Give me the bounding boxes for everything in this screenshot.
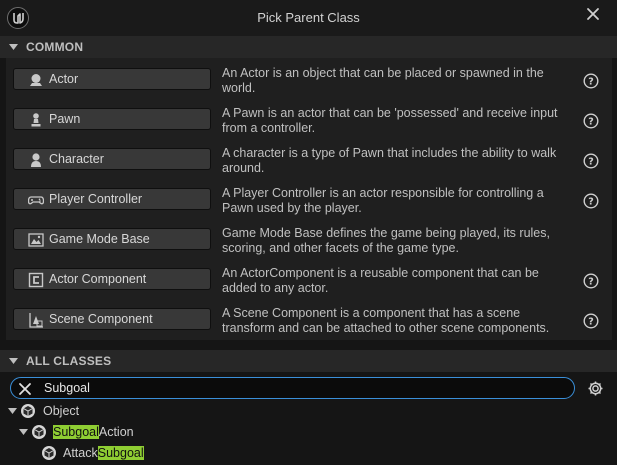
game-mode-icon bbox=[28, 233, 44, 247]
chevron-down-icon[interactable] bbox=[8, 407, 17, 415]
player-controller-button[interactable]: Player Controller bbox=[13, 188, 211, 210]
class-row-character: Character A character is a type of Pawn … bbox=[0, 144, 617, 184]
pawn-description: A Pawn is an actor that can be 'possesse… bbox=[222, 106, 558, 135]
player-controller-description: A Player Controller is an actor responsi… bbox=[222, 186, 544, 215]
class-row-scene-component: Scene Component A Scene Component is a c… bbox=[0, 304, 617, 344]
tree-item-label: SubgoalAction bbox=[53, 425, 134, 439]
help-icon[interactable]: ? bbox=[583, 193, 599, 209]
dialog-title: Pick Parent Class bbox=[257, 10, 360, 25]
help-icon[interactable]: ? bbox=[583, 313, 599, 329]
game-mode-base-description: Game Mode Base defines the game being pl… bbox=[222, 226, 550, 255]
character-label: Character bbox=[49, 152, 104, 166]
svg-text:?: ? bbox=[588, 197, 594, 208]
character-icon bbox=[31, 153, 41, 167]
section-title: ALL CLASSES bbox=[26, 354, 112, 368]
scene-component-description: A Scene Component is a component that ha… bbox=[222, 306, 550, 335]
search-input[interactable] bbox=[44, 380, 544, 396]
tree-item-label: AttackSubgoal bbox=[63, 446, 144, 460]
clear-search-icon[interactable] bbox=[17, 381, 33, 397]
pawn-icon bbox=[31, 113, 41, 127]
help-icon[interactable]: ? bbox=[583, 273, 599, 289]
class-object-icon bbox=[42, 446, 56, 460]
actor-component-icon bbox=[28, 272, 44, 288]
svg-text:?: ? bbox=[588, 317, 594, 328]
scene-component-icon bbox=[29, 313, 43, 328]
help-icon[interactable]: ? bbox=[583, 153, 599, 169]
common-section-header[interactable]: COMMON bbox=[0, 36, 617, 58]
actor-button[interactable]: Actor bbox=[13, 68, 211, 90]
chevron-down-icon bbox=[9, 358, 18, 364]
class-search-box bbox=[10, 377, 575, 399]
class-row-game-mode-base: Game Mode Base Game Mode Base defines th… bbox=[0, 224, 617, 264]
title-bar: Pick Parent Class bbox=[0, 0, 617, 36]
scene-component-label: Scene Component bbox=[49, 312, 153, 326]
chevron-down-icon[interactable] bbox=[19, 428, 28, 436]
actor-component-description: An ActorComponent is a reusable componen… bbox=[222, 266, 539, 295]
close-icon[interactable] bbox=[584, 5, 602, 23]
scene-component-button[interactable]: Scene Component bbox=[13, 308, 211, 330]
pawn-label: Pawn bbox=[49, 112, 81, 126]
pawn-button[interactable]: Pawn bbox=[13, 108, 211, 130]
actor-label: Actor bbox=[49, 72, 79, 86]
class-row-actor: Actor An Actor is an object that can be … bbox=[0, 64, 617, 104]
class-row-player-controller: Player Controller A Player Controller is… bbox=[0, 184, 617, 224]
all-classes-section-header[interactable]: ALL CLASSES bbox=[0, 350, 617, 372]
svg-text:?: ? bbox=[588, 277, 594, 288]
character-button[interactable]: Character bbox=[13, 148, 211, 170]
player-controller-label: Player Controller bbox=[49, 192, 143, 206]
section-title: COMMON bbox=[26, 40, 84, 54]
class-object-icon bbox=[21, 404, 35, 418]
tree-item-attack-subgoal[interactable]: AttackSubgoal bbox=[0, 443, 617, 463]
class-row-actor-component: Actor Component An ActorComponent is a r… bbox=[0, 264, 617, 304]
actor-component-button[interactable]: Actor Component bbox=[13, 268, 211, 290]
actor-description: An Actor is an object that can be placed… bbox=[222, 66, 544, 95]
svg-text:?: ? bbox=[588, 117, 594, 128]
tree-item-subgoal-action[interactable]: SubgoalAction bbox=[0, 422, 617, 442]
tree-item-object[interactable]: Object bbox=[0, 401, 617, 421]
gamepad-icon bbox=[28, 196, 44, 205]
chevron-down-icon bbox=[9, 44, 18, 50]
svg-text:?: ? bbox=[588, 157, 594, 168]
actor-component-label: Actor Component bbox=[49, 272, 147, 286]
game-mode-base-label: Game Mode Base bbox=[49, 232, 150, 246]
character-description: A character is a type of Pawn that inclu… bbox=[222, 146, 557, 175]
svg-text:?: ? bbox=[588, 77, 594, 88]
class-object-icon bbox=[32, 425, 46, 439]
gear-icon[interactable] bbox=[587, 380, 604, 397]
tree-item-label: Object bbox=[43, 404, 80, 418]
game-mode-base-button[interactable]: Game Mode Base bbox=[13, 228, 211, 250]
class-row-pawn: Pawn A Pawn is an actor that can be 'pos… bbox=[0, 104, 617, 144]
help-icon[interactable]: ? bbox=[583, 73, 599, 89]
help-icon[interactable]: ? bbox=[583, 113, 599, 129]
actor-icon bbox=[30, 74, 42, 86]
